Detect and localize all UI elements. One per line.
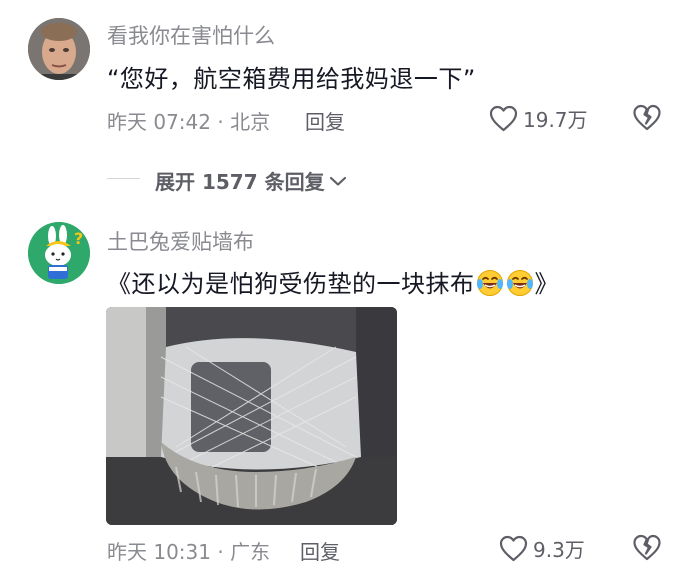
expand-replies-button[interactable]: 展开 1577 条回复 [155, 166, 347, 195]
comment-username[interactable]: 看我你在害怕什么 [107, 20, 275, 50]
comment-username[interactable]: 土巴兔爱贴墙布 [107, 226, 254, 256]
chevron-down-icon [329, 176, 346, 186]
comment-image[interactable] [106, 307, 397, 525]
comment-meta: 昨天 10:31 · 广东 [107, 540, 271, 564]
comment-time: 昨天 10:31 [107, 540, 211, 564]
avatar-user-1[interactable] [28, 18, 90, 80]
dislike-button[interactable] [632, 104, 662, 131]
like-count: 19.7万 [523, 108, 588, 132]
comment-text-suffix: 》 [534, 270, 559, 298]
dislike-button[interactable] [632, 534, 662, 561]
rabbit-mascot-icon: ? [28, 222, 90, 284]
pet-carrier-photo-icon [106, 307, 397, 525]
laughing-crying-emoji-icon [476, 270, 503, 296]
svg-text:?: ? [74, 229, 83, 248]
laughing-crying-emoji-icon [506, 270, 533, 296]
expand-replies-label: 展开 1577 条回复 [155, 170, 325, 194]
broken-heart-icon [633, 104, 661, 131]
heart-outline-icon [499, 535, 528, 562]
reply-button[interactable]: 回复 [300, 536, 340, 565]
avatar-user-2[interactable]: ? [28, 222, 90, 284]
like-count: 9.3万 [533, 538, 585, 562]
comment-location: 北京 [230, 110, 271, 134]
comment-meta: 昨天 07:42 · 北京 [107, 110, 271, 134]
divider-line [107, 178, 140, 179]
comment-text: “您好，航空箱费用给我妈退一下” [107, 65, 476, 93]
broken-heart-icon [633, 534, 661, 561]
comment-text: 《还以为是怕狗受伤垫的一块抹布 》 [107, 264, 559, 299]
like-button[interactable]: 9.3万 [499, 534, 585, 563]
avatar-photo-icon [28, 18, 90, 80]
comment-text-body: 《还以为是怕狗受伤垫的一块抹布 [107, 270, 475, 298]
comment-time: 昨天 07:42 [107, 110, 211, 134]
reply-button[interactable]: 回复 [305, 106, 345, 135]
like-button[interactable]: 19.7万 [489, 104, 588, 133]
comment-location: 广东 [230, 540, 271, 564]
heart-outline-icon [489, 105, 518, 132]
